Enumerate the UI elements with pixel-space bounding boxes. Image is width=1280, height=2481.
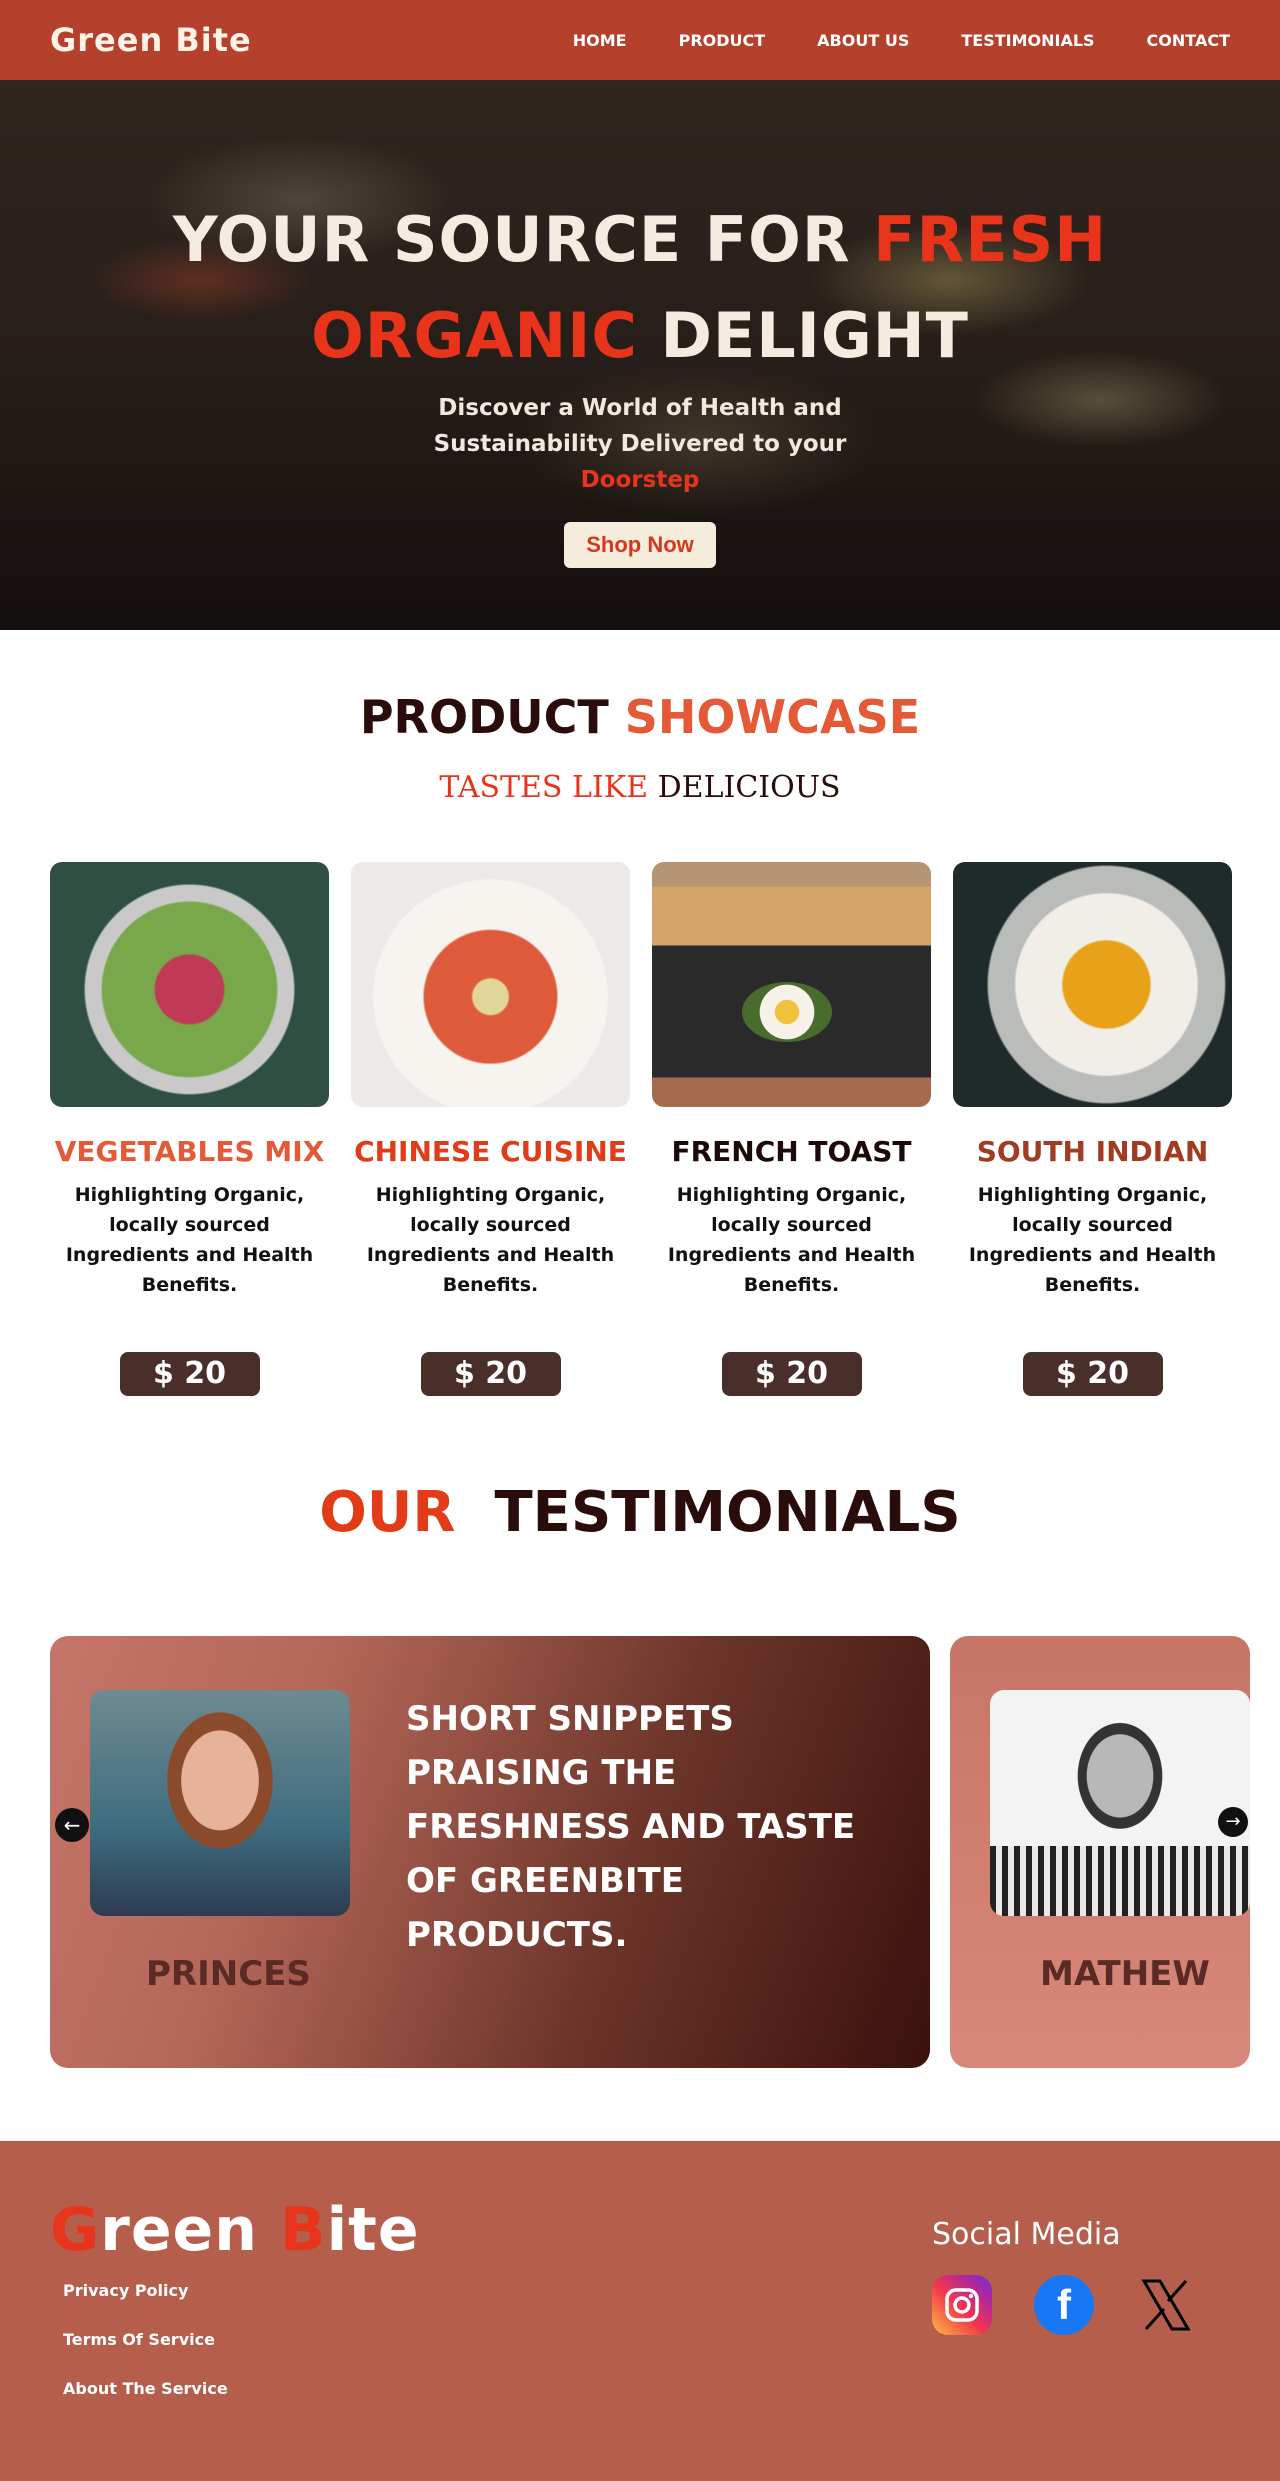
hero-subtitle: Discover a World of Health and Sustainab… <box>420 390 860 498</box>
shop-now-button[interactable]: Shop Now <box>564 522 716 568</box>
hero-banner: YOUR SOURCE FOR FRESH ORGANIC DELIGHT Di… <box>0 80 1280 630</box>
showcase-tagline: TASTES LIKE DELICIOUS <box>0 770 1280 805</box>
hero-subtitle-main: Discover a World of Health and Sustainab… <box>433 395 847 457</box>
nav-link-about-us[interactable]: ABOUT US <box>817 31 909 50</box>
brand-ite: ite <box>326 2195 420 2265</box>
hero-title-fresh: FRESH <box>873 203 1108 276</box>
price-badge[interactable]: $ 20 <box>721 1352 862 1396</box>
price-badge[interactable]: $ 20 <box>1022 1352 1163 1396</box>
price-badge[interactable]: $ 20 <box>119 1352 260 1396</box>
product-description: Highlighting Organic, locally sourced In… <box>366 1184 615 1296</box>
price-badge[interactable]: $ 20 <box>420 1352 561 1396</box>
product-cards: VEGETABLES MIX Highlighting Organic, loc… <box>50 862 1232 1396</box>
footer-link-terms-of-service[interactable]: Terms Of Service <box>63 2330 228 2349</box>
testimonials-title-rest: TESTIMONIALS <box>494 1480 961 1545</box>
footer-links: Privacy Policy Terms Of Service About Th… <box>63 2281 228 2428</box>
product-image <box>652 862 931 1107</box>
testimonial-card: SHORT SNIPPETS PRAISING THE FRESHNESS AN… <box>50 1636 930 2068</box>
testimonial-quote: SHORT SNIPPETS PRAISING THE FRESHNESS AN… <box>406 1699 856 1955</box>
nav-link-home[interactable]: HOME <box>573 31 627 50</box>
brand-reen: reen <box>100 2195 280 2265</box>
top-nav: Green Bite HOME PRODUCT ABOUT US TESTIMO… <box>0 0 1280 80</box>
instagram-icon[interactable] <box>932 2275 992 2335</box>
product-description: Highlighting Organic, locally sourced In… <box>667 1184 916 1296</box>
facebook-icon[interactable]: f <box>1034 2275 1094 2335</box>
product-card-south-indian[interactable]: SOUTH INDIAN Highlighting Organic, local… <box>953 862 1232 1396</box>
hero-title-organic: ORGANIC <box>311 299 638 372</box>
product-image <box>351 862 630 1107</box>
hero-subtitle-doorstep: Doorstep <box>580 467 700 493</box>
product-name: FRENCH TOAST <box>671 1135 912 1168</box>
social-media-title: Social Media <box>932 2217 1121 2252</box>
showcase-tag-hot: TASTES LIKE <box>439 770 649 805</box>
hero-title-part2: DELIGHT <box>637 299 969 372</box>
showcase-title-part1: PRODUCT <box>359 690 625 744</box>
arrow-right-icon[interactable]: → <box>1218 1807 1248 1837</box>
footer-brand-logo[interactable]: Green Bite <box>50 2195 420 2265</box>
showcase-title: PRODUCT SHOWCASE <box>0 690 1280 744</box>
nav-link-product[interactable]: PRODUCT <box>679 31 766 50</box>
product-card-chinese-cuisine[interactable]: CHINESE CUISINE Highlighting Organic, lo… <box>351 862 630 1396</box>
showcase-tag-rest: DELICIOUS <box>648 770 841 805</box>
nav-links: HOME PRODUCT ABOUT US TESTIMONIALS CONTA… <box>573 31 1230 50</box>
testimonial-photo <box>90 1690 350 1916</box>
testimonials-title: OUR TESTIMONIALS <box>0 1480 1280 1545</box>
brand-logo[interactable]: Green Bite <box>50 21 252 59</box>
product-card-vegetables-mix[interactable]: VEGETABLES MIX Highlighting Organic, loc… <box>50 862 329 1396</box>
product-name: VEGETABLES MIX <box>54 1135 325 1168</box>
footer: Green Bite Privacy Policy Terms Of Servi… <box>0 2141 1280 2481</box>
brand-g: G <box>50 2195 101 2265</box>
testimonial-name: PRINCES <box>146 1954 311 1994</box>
footer-link-privacy-policy[interactable]: Privacy Policy <box>63 2281 228 2300</box>
product-name: CHINESE CUISINE <box>354 1135 627 1168</box>
nav-link-contact[interactable]: CONTACT <box>1147 31 1230 50</box>
testimonial-photo <box>990 1690 1250 1916</box>
brand-b: B <box>279 2195 327 2265</box>
product-image <box>953 862 1232 1107</box>
social-icons: f <box>932 2275 1196 2335</box>
hero-content: YOUR SOURCE FOR FRESH ORGANIC DELIGHT Di… <box>0 80 1280 568</box>
arrow-left-icon[interactable]: ← <box>55 1808 89 1842</box>
x-icon[interactable] <box>1136 2275 1196 2335</box>
product-description: Highlighting Organic, locally sourced In… <box>968 1184 1217 1296</box>
hero-title: YOUR SOURCE FOR FRESH ORGANIC DELIGHT <box>0 192 1280 384</box>
product-name: SOUTH INDIAN <box>976 1135 1209 1168</box>
testimonial-name: MATHEW <box>1040 1954 1210 1994</box>
footer-link-about-the-service[interactable]: About The Service <box>63 2379 228 2398</box>
hero-title-part1: YOUR SOURCE FOR <box>172 203 874 276</box>
product-description: Highlighting Organic, locally sourced In… <box>65 1184 314 1296</box>
testimonials-title-hot: OUR <box>319 1480 456 1545</box>
product-image <box>50 862 329 1107</box>
testimonial-card: MATHEW <box>950 1636 1250 2068</box>
nav-link-testimonials[interactable]: TESTIMONIALS <box>961 31 1094 50</box>
product-card-french-toast[interactable]: FRENCH TOAST Highlighting Organic, local… <box>652 862 931 1396</box>
showcase-title-hot: SHOWCASE <box>624 690 921 744</box>
